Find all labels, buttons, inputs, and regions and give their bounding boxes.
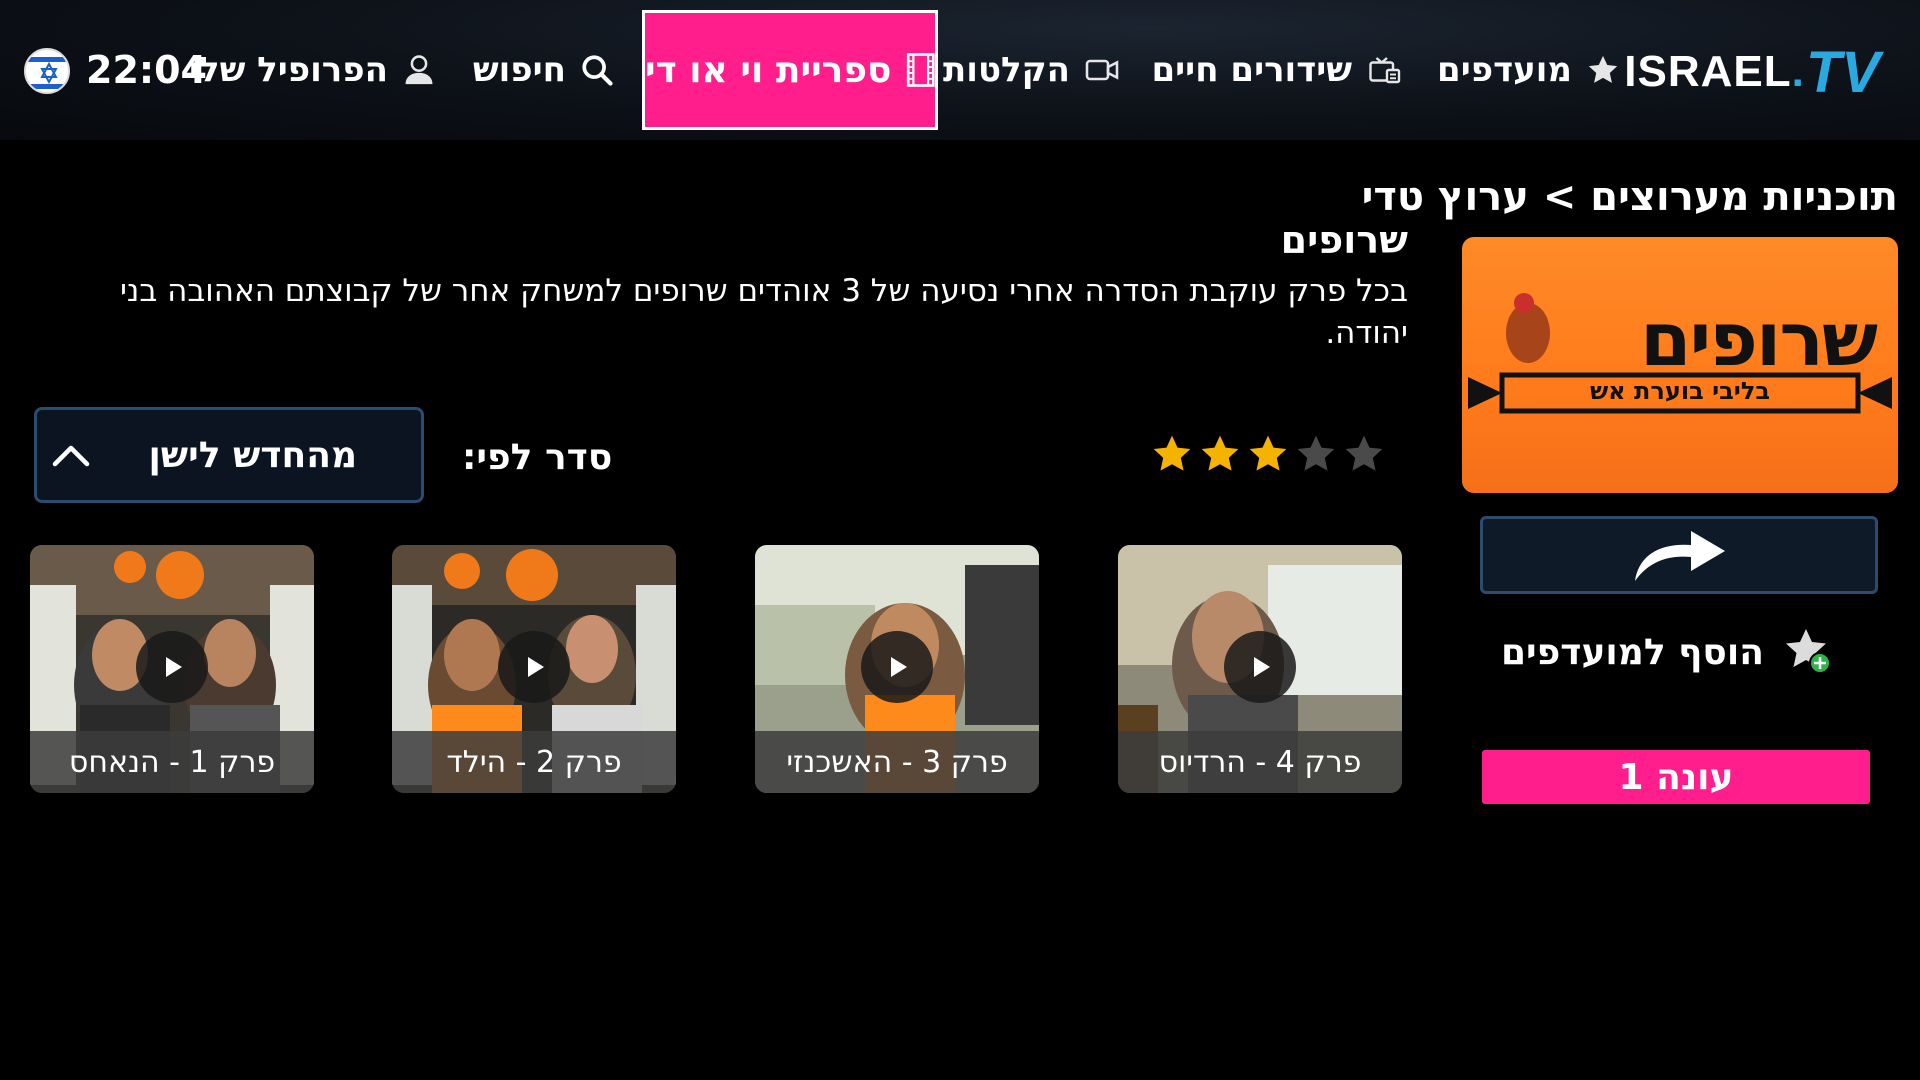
star-icon xyxy=(1249,435,1287,471)
breadcrumb[interactable]: תוכניות מערוצים > ערוץ טדי xyxy=(1362,174,1898,220)
play-icon xyxy=(861,631,933,703)
episode-title: פרק 2 - הילד xyxy=(392,731,676,793)
nav-live-broadcasts[interactable]: שידורים חיים xyxy=(1152,40,1403,100)
play-icon xyxy=(136,631,208,703)
sort-order-dropdown[interactable]: מהחדש לישן xyxy=(34,407,424,503)
nav-search[interactable]: חיפוש xyxy=(473,40,614,100)
israel-flag-icon[interactable] xyxy=(24,48,70,94)
sort-by-label: סדר לפי: xyxy=(462,436,613,478)
show-description: בכל פרק עוקבת הסדרה אחרי נסיעה של 3 אוהד… xyxy=(119,273,1408,351)
search-icon xyxy=(582,55,613,86)
show-title: שרופים xyxy=(1280,218,1408,262)
nav-recordings[interactable]: הקלטות xyxy=(943,40,1120,100)
show-poster[interactable]: שרופים בליבי בוערת אש xyxy=(1462,237,1898,493)
star-add-icon xyxy=(1786,629,1831,674)
top-navigation-bar: ISRAEL . TV מועדפים שידורים חיים הקלטות xyxy=(0,0,1920,140)
nav-recordings-label: הקלטות xyxy=(943,50,1070,90)
play-icon xyxy=(498,631,570,703)
star-icon xyxy=(1201,435,1239,471)
rating-stars xyxy=(1150,432,1386,480)
episode-card[interactable]: פרק 1 - הנאחס xyxy=(30,545,314,793)
share-button[interactable] xyxy=(1480,516,1878,594)
film-strip-icon xyxy=(906,53,935,87)
logo-text: ISRAEL xyxy=(1624,47,1792,96)
nav-search-label: חיפוש xyxy=(472,50,566,90)
israel-tv-logo: ISRAEL . TV xyxy=(1624,40,1880,105)
nav-favorites[interactable]: מועדפים xyxy=(1437,40,1620,100)
star-icon xyxy=(1153,435,1191,471)
nav-profile-label: הפרופיל שלי xyxy=(188,50,388,90)
chevron-up-icon xyxy=(52,445,90,467)
share-arrow-icon xyxy=(1635,531,1725,581)
live-tv-icon xyxy=(1369,57,1401,84)
play-icon xyxy=(1224,631,1296,703)
nav-favorites-label: מועדפים xyxy=(1437,50,1572,90)
logo-dot: . xyxy=(1791,47,1804,96)
nav-vod-label: ספריית וי או די xyxy=(645,49,892,91)
logo-tv: TV xyxy=(1805,39,1880,105)
sort-order-value: מהחדש לישן xyxy=(148,434,357,476)
star-icon xyxy=(1297,435,1335,471)
season-selector-button[interactable]: עונה 1 xyxy=(1482,750,1870,804)
clock: 22:04 xyxy=(86,48,207,92)
star-icon xyxy=(1588,55,1618,83)
nav-vod-library[interactable]: ספריית וי או די xyxy=(642,10,938,130)
poster-title-text: שרופים xyxy=(1639,297,1878,383)
episode-card[interactable]: פרק 3 - האשכנזי xyxy=(755,545,1039,793)
episode-card[interactable]: פרק 2 - הילד xyxy=(392,545,676,793)
nav-my-profile[interactable]: הפרופיל שלי xyxy=(189,40,436,100)
poster-subtitle-text: בליבי בוערת אש xyxy=(1589,377,1770,405)
episode-title: פרק 4 - הרדיוס xyxy=(1118,731,1402,793)
video-camera-icon xyxy=(1085,59,1119,81)
user-icon xyxy=(405,55,433,85)
add-to-favorites-label: הוסף למועדפים xyxy=(1500,631,1764,673)
add-to-favorites-button[interactable]: הוסף למועדפים xyxy=(1501,622,1836,682)
episode-card[interactable]: פרק 4 - הרדיוס xyxy=(1118,545,1402,793)
episode-title: פרק 1 - הנאחס xyxy=(30,731,314,793)
nav-live-label: שידורים חיים xyxy=(1151,50,1353,90)
episode-title: פרק 3 - האשכנזי xyxy=(755,731,1039,793)
star-icon xyxy=(1345,435,1383,471)
